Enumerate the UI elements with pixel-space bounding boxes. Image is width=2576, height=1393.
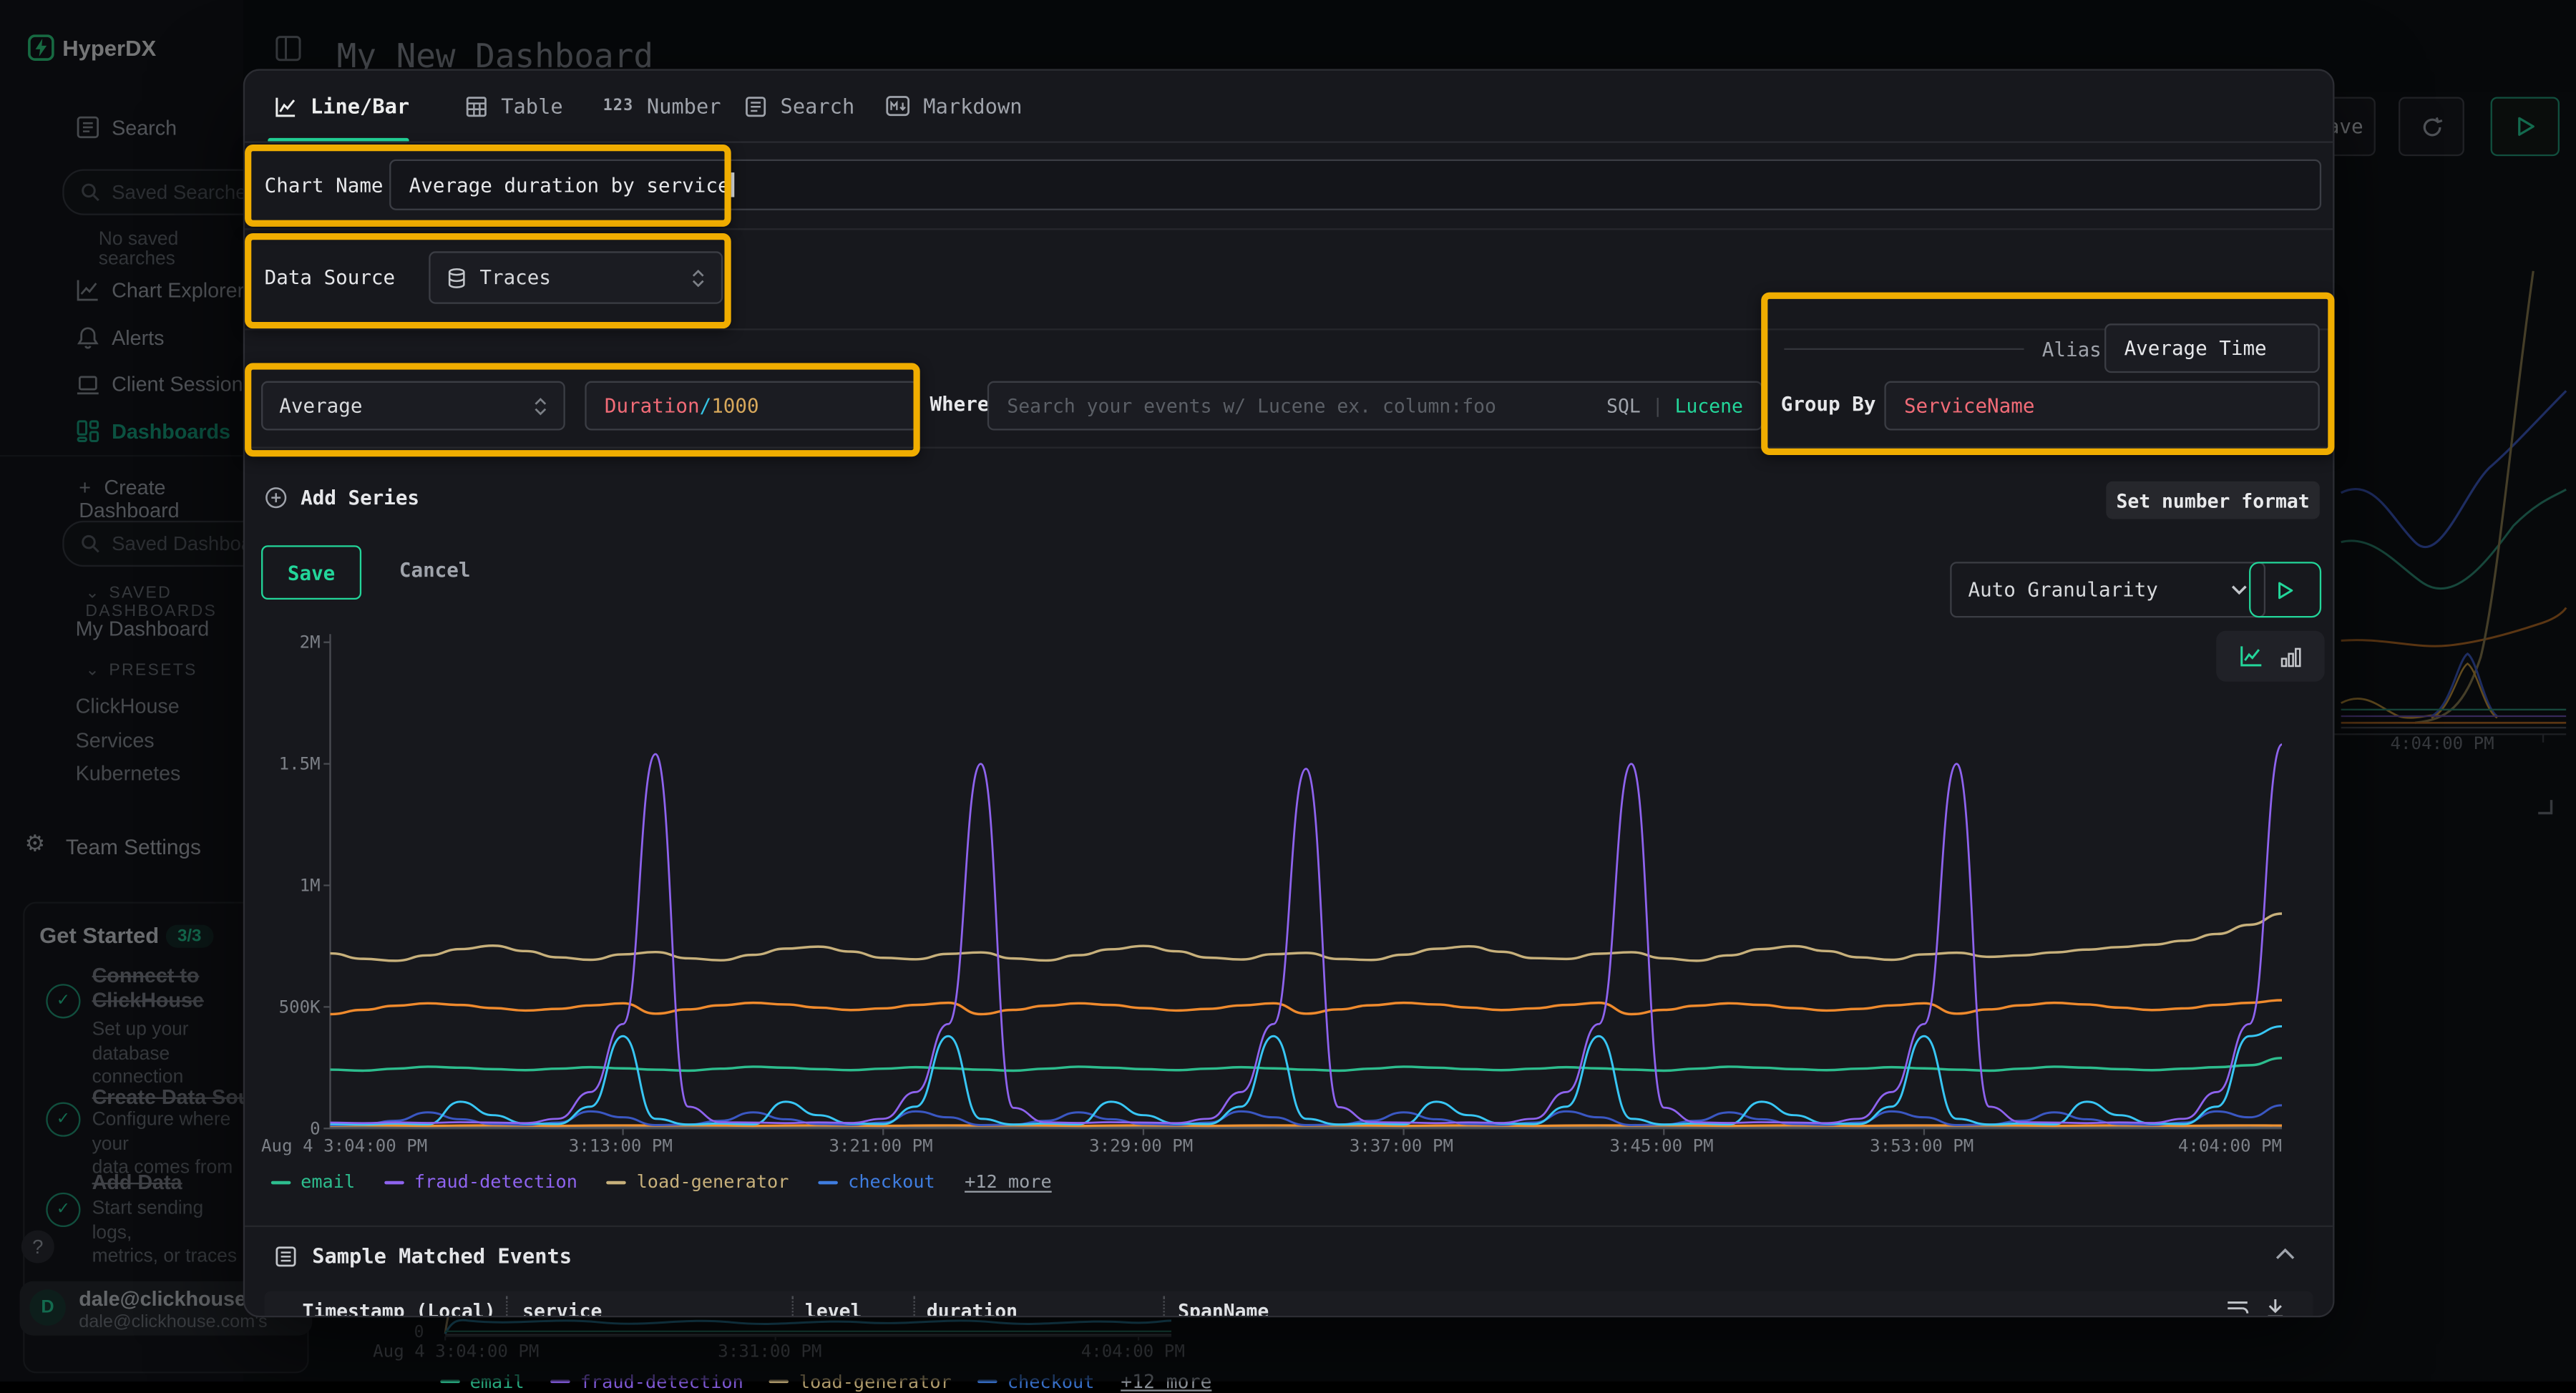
where-search-input[interactable]: Search your events w/ Lucene ex. column:…: [987, 381, 1763, 431]
svg-text:1M: 1M: [300, 876, 321, 896]
x-tick-label: 3:37:00 PM: [1350, 1137, 1453, 1157]
column-separator[interactable]: [506, 1296, 507, 1316]
series-line-load-generator: [330, 914, 2282, 961]
play-icon: [2277, 581, 2293, 599]
legend-dash: [819, 1181, 839, 1184]
x-tick-label: 3:45:00 PM: [1610, 1137, 1714, 1157]
app-window: HyperDX Search Saved Searches No saved s…: [0, 0, 2576, 1382]
column-separator[interactable]: [914, 1296, 915, 1316]
series-line-fraud-detection: [330, 745, 2282, 1123]
legend-item-checkout[interactable]: checkout: [819, 1171, 935, 1193]
data-source-label: Data Source: [265, 266, 395, 289]
add-series-button[interactable]: Add Series: [265, 487, 419, 509]
markdown-icon: [885, 95, 909, 117]
aggregation-select[interactable]: Average: [261, 381, 565, 431]
x-tick-label: 3:29:00 PM: [1089, 1137, 1193, 1157]
text-caret: [731, 172, 733, 197]
where-placeholder: Search your events w/ Lucene ex. column:…: [1007, 394, 1496, 417]
select-updown-icon: [692, 268, 705, 286]
tab-table[interactable]: Table: [465, 94, 563, 118]
alias-connector-line: [1784, 348, 2024, 350]
lang-lucene-toggle[interactable]: Lucene: [1675, 394, 1743, 417]
table-icon: [465, 94, 488, 117]
alias-label: Alias: [2042, 338, 2102, 361]
series-line-checkout: [330, 1105, 2282, 1125]
x-tick-label: 3:53:00 PM: [1870, 1137, 1974, 1157]
x-tick-label: Aug 4 3:04:00 PM: [261, 1137, 427, 1157]
col-duration[interactable]: duration: [927, 1299, 1018, 1317]
legend-dash: [385, 1181, 405, 1184]
chart-name-input[interactable]: Average duration by service: [389, 160, 2321, 210]
where-label: Where: [930, 393, 989, 416]
chart-legend: email fraud-detection load-generator che…: [271, 1171, 1052, 1193]
field-expression-input[interactable]: Duration/1000: [585, 381, 918, 431]
plus-circle-icon: [265, 487, 288, 509]
collapse-chevron-icon[interactable]: [2275, 1247, 2296, 1260]
svg-text:500K: 500K: [279, 997, 321, 1017]
legend-dash: [271, 1181, 291, 1184]
col-timestamp[interactable]: Timestamp (Local): [302, 1299, 495, 1317]
download-icon[interactable]: [2265, 1298, 2285, 1318]
events-table-icon: [274, 1244, 297, 1267]
group-by-input[interactable]: ServiceName: [1884, 381, 2319, 431]
lang-sql-toggle[interactable]: SQL: [1606, 394, 1641, 417]
sample-events-header[interactable]: Sample Matched Events: [274, 1243, 572, 1268]
chart-name-label: Chart Name: [265, 174, 384, 197]
svg-text:2M: 2M: [300, 632, 321, 652]
modal-save-button[interactable]: Save: [261, 545, 361, 600]
svg-text:0: 0: [310, 1118, 321, 1138]
col-level[interactable]: level: [805, 1299, 862, 1317]
tab-search[interactable]: Search: [744, 94, 854, 118]
x-tick-label: 4:04:00 PM: [2178, 1137, 2282, 1157]
col-service[interactable]: service: [522, 1299, 602, 1317]
search-list-icon: [744, 94, 767, 117]
modal-cancel-button[interactable]: Cancel: [399, 559, 471, 582]
legend-more-link[interactable]: +12 more: [965, 1171, 1052, 1193]
tab-line-bar[interactable]: Line/Bar: [274, 94, 409, 118]
x-tick-label: 3:13:00 PM: [569, 1137, 673, 1157]
column-separator[interactable]: [792, 1296, 794, 1316]
svg-text:1.5M: 1.5M: [279, 754, 321, 774]
column-separator[interactable]: [1163, 1296, 1164, 1316]
group-by-label: Group By: [1781, 393, 1876, 416]
series-line-unlabeled-orange: [330, 1000, 2282, 1015]
preview-chart: 2M 1.5M 1M 500K 0: [278, 617, 2285, 1166]
legend-item-load-generator[interactable]: load-generator: [607, 1171, 789, 1193]
number-123-icon: 123: [603, 97, 634, 114]
legend-item-email[interactable]: email: [271, 1171, 355, 1193]
edit-chart-modal: Line/Bar Table 123 Number Search Markdow…: [243, 69, 2335, 1317]
granularity-select[interactable]: Auto Granularity: [1950, 562, 2265, 617]
series-line-email: [330, 1058, 2282, 1071]
chevron-down-icon: [2231, 585, 2248, 595]
series-line-unlabeled-cyan: [330, 1026, 2282, 1124]
tab-number[interactable]: 123 Number: [603, 94, 721, 118]
preview-run-button[interactable]: [2249, 562, 2321, 617]
legend-dash: [607, 1181, 627, 1184]
database-icon: [447, 267, 467, 288]
x-axis-labels: Aug 4 3:04:00 PM3:13:00 PM3:21:00 PM3:29…: [278, 1137, 2285, 1160]
select-updown-icon: [534, 396, 547, 414]
tab-markdown[interactable]: Markdown: [885, 94, 1022, 118]
legend-item-fraud-detection[interactable]: fraud-detection: [385, 1171, 577, 1193]
set-number-format-button[interactable]: Set number format: [2106, 482, 2319, 519]
data-source-select[interactable]: Traces: [429, 251, 723, 303]
x-tick-label: 3:21:00 PM: [829, 1137, 932, 1157]
alias-input[interactable]: Average Time: [2104, 323, 2320, 373]
col-spanname[interactable]: SpanName: [1178, 1299, 1269, 1317]
table-filter-icon[interactable]: [2226, 1299, 2249, 1317]
line-chart-icon: [274, 94, 297, 117]
